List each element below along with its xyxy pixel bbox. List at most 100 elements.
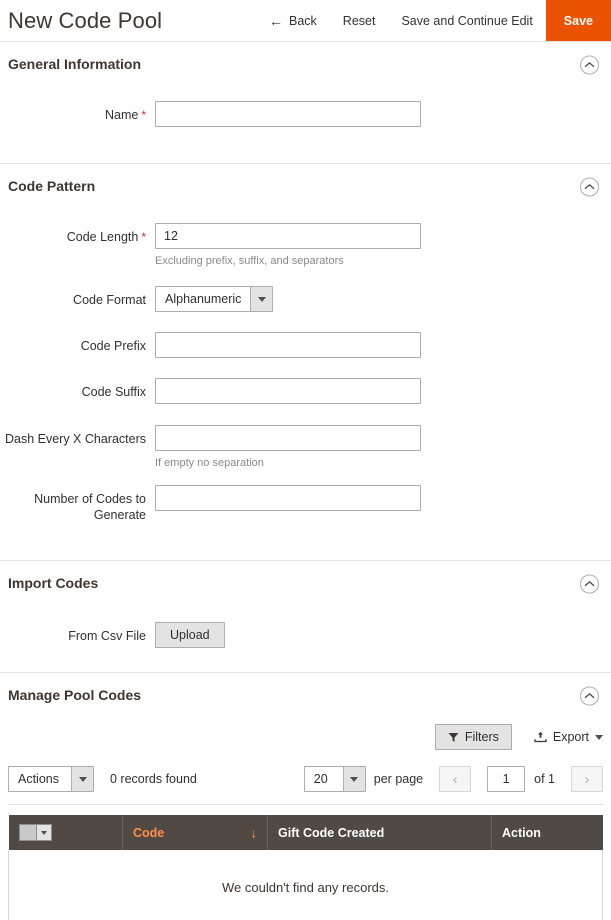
- field-control-code-prefix: [155, 332, 611, 358]
- next-page-button[interactable]: ›: [571, 766, 603, 792]
- section-header-general-information[interactable]: General Information: [0, 42, 611, 87]
- table-header-select-all[interactable]: [9, 815, 123, 850]
- required-marker: *: [141, 108, 146, 122]
- code-format-select-value: Alphanumeric: [156, 287, 250, 311]
- section-code-pattern: Code Pattern Code Length* Excluding pref…: [0, 164, 611, 561]
- export-button-label: Export: [553, 730, 589, 744]
- page-header: New Code Pool ← Back Reset Save and Cont…: [0, 0, 611, 42]
- field-control-from-csv-file: Upload: [155, 622, 611, 648]
- field-row-number-of-codes: Number of Codes to Generate: [0, 485, 611, 525]
- field-label-code-suffix: Code Suffix: [0, 378, 155, 401]
- table-empty-row: We couldn't find any records.: [9, 850, 603, 920]
- chevron-up-circle-icon[interactable]: [580, 686, 599, 705]
- section-import-codes: Import Codes From Csv File Upload: [0, 561, 611, 673]
- section-title-general-information: General Information: [8, 56, 141, 72]
- chevron-right-icon: ›: [585, 771, 590, 787]
- chevron-up-circle-icon[interactable]: [580, 177, 599, 196]
- field-control-code-length: Excluding prefix, suffix, and separators: [155, 223, 611, 268]
- page-number-input[interactable]: [487, 766, 525, 792]
- checkbox-icon: [20, 825, 36, 840]
- field-control-code-suffix: [155, 378, 611, 404]
- filters-button-label: Filters: [465, 730, 499, 744]
- previous-page-button[interactable]: ‹: [439, 766, 471, 792]
- chevron-down-icon: [343, 767, 365, 791]
- save-button[interactable]: Save: [546, 0, 611, 41]
- field-label-code-length-text: Code Length: [67, 230, 139, 244]
- filters-button[interactable]: Filters: [435, 724, 512, 750]
- field-label-dash-every-x: Dash Every X Characters: [0, 425, 155, 448]
- field-label-from-csv-file: From Csv File: [0, 622, 155, 645]
- field-row-code-format: Code Format Alphanumeric: [0, 286, 611, 312]
- select-all-checkbox-dropdown[interactable]: [19, 824, 52, 841]
- field-note-dash-every-x: If empty no separation: [155, 456, 611, 470]
- field-label-code-prefix: Code Prefix: [0, 332, 155, 355]
- chevron-down-icon: [36, 825, 51, 840]
- grid-toolbar: Actions 0 records found 20 per page ‹ of…: [8, 758, 603, 805]
- table-header-code-label: Code: [133, 826, 164, 840]
- field-note-code-length: Excluding prefix, suffix, and separators: [155, 254, 611, 268]
- field-label-name-text: Name: [105, 108, 138, 122]
- table-header-code[interactable]: Code ↓: [123, 815, 268, 850]
- table-body: We couldn't find any records.: [9, 850, 603, 920]
- actions-select[interactable]: Actions: [8, 766, 94, 792]
- total-pages-label: of 1: [534, 772, 555, 786]
- export-button[interactable]: Export: [534, 730, 603, 744]
- upload-button[interactable]: Upload: [155, 622, 225, 648]
- code-length-input[interactable]: [155, 223, 421, 249]
- section-general-information: General Information Name*: [0, 42, 611, 164]
- section-body-import-codes: From Csv File Upload: [0, 606, 611, 672]
- chevron-up-circle-icon[interactable]: [580, 55, 599, 74]
- section-body-general-information: Name*: [0, 87, 611, 163]
- sort-desc-icon: ↓: [251, 825, 258, 840]
- table-header-gift-code-created[interactable]: Gift Code Created: [268, 815, 492, 850]
- field-control-code-format: Alphanumeric: [155, 286, 611, 312]
- funnel-icon: [448, 732, 459, 743]
- section-manage-pool-codes: Manage Pool Codes Filters Export: [0, 673, 611, 920]
- chevron-down-icon: [71, 767, 93, 791]
- per-page-select[interactable]: 20: [304, 766, 366, 792]
- reset-button-label: Reset: [343, 14, 376, 28]
- section-header-code-pattern[interactable]: Code Pattern: [0, 164, 611, 209]
- section-body-code-pattern: Code Length* Excluding prefix, suffix, a…: [0, 209, 611, 560]
- code-format-select[interactable]: Alphanumeric: [155, 286, 273, 312]
- table-header-action[interactable]: Action: [492, 815, 603, 850]
- field-label-code-format: Code Format: [0, 286, 155, 309]
- save-and-continue-edit-button[interactable]: Save and Continue Edit: [388, 0, 545, 41]
- name-input[interactable]: [155, 101, 421, 127]
- pager: 20 per page ‹ of 1 ›: [304, 766, 603, 792]
- grid-area: Filters Export Actions 0 records found: [0, 718, 611, 920]
- chevron-down-icon: [250, 287, 272, 311]
- field-row-dash-every-x: Dash Every X Characters If empty no sepa…: [0, 425, 611, 470]
- reset-button[interactable]: Reset: [330, 0, 389, 41]
- per-page-label: per page: [374, 772, 423, 786]
- back-button-label: Back: [289, 14, 317, 28]
- section-title-code-pattern: Code Pattern: [8, 178, 95, 194]
- field-control-number-of-codes: [155, 485, 611, 511]
- field-row-from-csv-file: From Csv File Upload: [0, 622, 611, 648]
- chevron-up-circle-icon[interactable]: [580, 574, 599, 593]
- chevron-down-icon: [595, 735, 603, 740]
- field-row-code-length: Code Length* Excluding prefix, suffix, a…: [0, 223, 611, 268]
- upload-icon: [534, 731, 547, 743]
- per-page-select-value: 20: [305, 767, 343, 791]
- code-suffix-input[interactable]: [155, 378, 421, 404]
- section-header-manage-pool-codes[interactable]: Manage Pool Codes: [0, 673, 611, 718]
- field-label-number-of-codes: Number of Codes to Generate: [0, 485, 155, 525]
- records-found-label: 0 records found: [110, 772, 197, 786]
- code-prefix-input[interactable]: [155, 332, 421, 358]
- number-of-codes-input[interactable]: [155, 485, 421, 511]
- field-label-name: Name*: [0, 101, 155, 124]
- table-header-row: Code ↓ Gift Code Created Action: [9, 815, 603, 850]
- section-header-import-codes[interactable]: Import Codes: [0, 561, 611, 606]
- section-title-manage-pool-codes: Manage Pool Codes: [8, 687, 141, 703]
- back-button[interactable]: ← Back: [256, 0, 330, 41]
- field-control-name: [155, 101, 611, 127]
- save-and-continue-edit-label: Save and Continue Edit: [401, 14, 532, 28]
- field-row-code-suffix: Code Suffix: [0, 378, 611, 404]
- table-header: Code ↓ Gift Code Created Action: [9, 815, 603, 850]
- grid-top-controls: Filters Export: [8, 718, 603, 758]
- section-title-import-codes: Import Codes: [8, 575, 98, 591]
- pool-codes-table: Code ↓ Gift Code Created Action We could…: [8, 815, 603, 920]
- dash-every-x-input[interactable]: [155, 425, 421, 451]
- empty-message: We couldn't find any records.: [9, 850, 603, 920]
